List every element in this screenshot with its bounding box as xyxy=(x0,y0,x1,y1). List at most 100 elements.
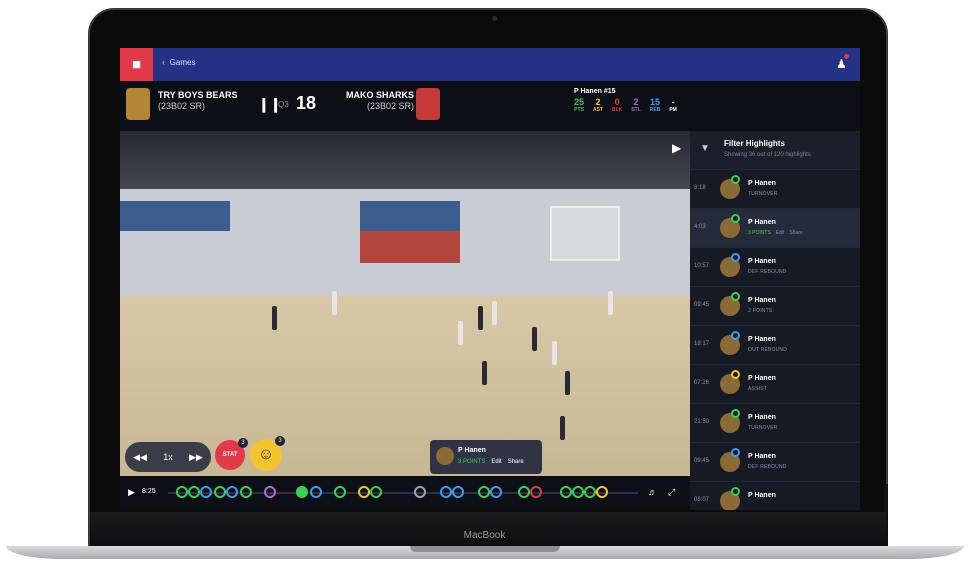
timeline-marker[interactable] xyxy=(214,486,226,498)
player-figure xyxy=(532,327,537,351)
notification-dot xyxy=(844,54,849,59)
away-team-name: MAKO SHARKS xyxy=(346,90,415,100)
highlight-time: 8:18 xyxy=(694,185,706,191)
highlight-type: ASSIST xyxy=(748,386,767,392)
popup-avatar xyxy=(436,447,454,465)
timeline-marker[interactable] xyxy=(310,486,322,498)
highlight-time: 07:26 xyxy=(694,380,710,386)
play-icon[interactable]: ▶ xyxy=(128,487,135,498)
highlight-item[interactable]: 18:17 P Hanen OUT REBOUND xyxy=(690,325,860,364)
stat-label: BLK xyxy=(612,107,623,113)
timeline-marker[interactable] xyxy=(560,486,572,498)
stat-label: AST xyxy=(593,107,604,113)
timeline-marker-current[interactable] xyxy=(296,486,308,498)
highlight-type: 2 POINTS xyxy=(748,308,773,314)
highlight-item[interactable]: 09:45 P Hanen DEF REBOUND xyxy=(690,442,860,481)
laptop-mockup: ■ ‹ Games ♟ TRY BOYS BEARS (23B02 SR) ❙❙… xyxy=(0,0,969,565)
highlight-item[interactable]: 10:57 P Hanen DEF REBOUND xyxy=(690,247,860,286)
filter-icon[interactable]: ▼ xyxy=(700,143,710,154)
player-figure xyxy=(492,301,497,325)
highlight-type-ring-icon xyxy=(731,448,740,457)
highlight-item[interactable]: 08:07 P Hanen xyxy=(690,481,860,510)
timeline-marker[interactable] xyxy=(240,486,252,498)
highlight-type-ring-icon xyxy=(731,409,740,418)
highlight-item[interactable]: 09:45 P Hanen 2 POINTS xyxy=(690,286,860,325)
away-team-logo xyxy=(416,88,440,120)
highlight-type-ring-icon xyxy=(731,292,740,301)
highlight-type-ring-icon xyxy=(731,487,740,496)
scoreboard: TRY BOYS BEARS (23B02 SR) ❙❙ Q3 18 MAKO … xyxy=(120,81,860,131)
highlight-time: 4:03 xyxy=(694,224,706,230)
highlight-share-link[interactable]: Share xyxy=(789,230,802,236)
highlight-player-name: P Hanen xyxy=(748,453,776,460)
highlight-time: 09:45 xyxy=(694,302,710,308)
player-figure xyxy=(332,291,337,315)
nav-games-label: Games xyxy=(169,58,196,67)
highlight-item[interactable]: 8:18 P Hanen TURNOVER xyxy=(690,169,860,208)
fullscreen-icon[interactable]: ⤢ xyxy=(668,487,675,498)
timeline-marker[interactable] xyxy=(370,486,382,498)
timeline-marker[interactable] xyxy=(226,486,238,498)
highlight-player-name: P Hanen xyxy=(748,219,776,226)
app-logo-icon[interactable]: ■ xyxy=(120,48,153,81)
filter-header[interactable]: ▼ Filter Highlights Showing 36 out of 12… xyxy=(690,131,860,169)
highlight-type-ring-icon xyxy=(731,214,740,223)
timeline-marker[interactable] xyxy=(334,486,346,498)
timeline-marker[interactable] xyxy=(440,486,452,498)
top-nav: ■ ‹ Games ♟ xyxy=(120,48,860,81)
timeline-marker[interactable] xyxy=(572,486,584,498)
highlight-item[interactable]: 21:50 P Hanen TURNOVER xyxy=(690,403,860,442)
timeline-marker[interactable] xyxy=(478,486,490,498)
playback-controls: ◀◀ 1x ▶▶ xyxy=(125,442,211,472)
popup-edit-link[interactable]: Edit xyxy=(491,459,501,465)
nav-games-link[interactable]: ‹ Games xyxy=(162,58,195,67)
camera-dot xyxy=(492,16,497,21)
player-stats-title: P Hanen #15 xyxy=(574,88,616,95)
timeline-marker[interactable] xyxy=(200,486,212,498)
timeline-marker[interactable] xyxy=(452,486,464,498)
stat-value: 2 xyxy=(633,97,639,107)
player-figure xyxy=(478,306,483,330)
timeline-marker[interactable] xyxy=(490,486,502,498)
timeline-marker[interactable] xyxy=(530,486,542,498)
home-team-logo xyxy=(126,88,150,120)
timeline-marker[interactable] xyxy=(358,486,370,498)
stat-row: 25 PTS 2 AST 0 BLK 2 STL 15 REB - PM xyxy=(574,98,677,114)
stat-value: 2 xyxy=(595,97,601,107)
rewind-icon[interactable]: ◀◀ xyxy=(133,452,147,463)
timeline-marker[interactable] xyxy=(584,486,596,498)
timeline-marker[interactable] xyxy=(596,486,608,498)
highlight-popup[interactable]: P Hanen 3 POINTS Edit Share xyxy=(430,440,542,474)
player-figure xyxy=(482,361,487,385)
stat-value: 15 xyxy=(650,97,661,107)
highlight-edit-link[interactable]: Edit xyxy=(776,230,785,236)
player-figure xyxy=(608,291,613,315)
play-next-icon[interactable]: ▶ xyxy=(672,141,681,155)
stat-item: - PM xyxy=(669,98,677,114)
timeline-marker[interactable] xyxy=(414,486,426,498)
app-screen: ■ ‹ Games ♟ TRY BOYS BEARS (23B02 SR) ❙❙… xyxy=(120,48,860,510)
user-icon[interactable]: ♟ xyxy=(836,57,847,71)
playback-rate[interactable]: 1x xyxy=(163,452,173,462)
stat-label: PM xyxy=(669,107,677,113)
laptop-notch xyxy=(410,546,560,552)
popup-share-link[interactable]: Share xyxy=(508,459,524,465)
highlight-type: TURNOVER xyxy=(748,191,778,197)
timeline-marker[interactable] xyxy=(518,486,530,498)
current-time: 8:25 xyxy=(142,488,156,495)
highlight-player-name: P Hanen xyxy=(748,297,776,304)
highlight-player-name: P Hanen xyxy=(748,492,776,499)
highlight-item[interactable]: 4:03 P Hanen 3 POINTS Edit Share xyxy=(690,208,860,247)
player-figure xyxy=(552,341,557,365)
video-player[interactable]: ▶ ? xyxy=(120,131,690,476)
fast-forward-icon[interactable]: ▶▶ xyxy=(189,452,203,463)
volume-icon[interactable]: ♬ xyxy=(648,487,657,497)
highlight-type: TURNOVER xyxy=(748,425,778,431)
highlight-item[interactable]: 07:26 P Hanen ASSIST xyxy=(690,364,860,403)
stat-item: 2 STL xyxy=(631,98,640,114)
timeline-marker[interactable] xyxy=(188,486,200,498)
timeline-marker[interactable] xyxy=(264,486,276,498)
timeline-marker[interactable] xyxy=(176,486,188,498)
laptop-brand: MacBook xyxy=(463,530,506,541)
highlight-time: 09:45 xyxy=(694,458,710,464)
